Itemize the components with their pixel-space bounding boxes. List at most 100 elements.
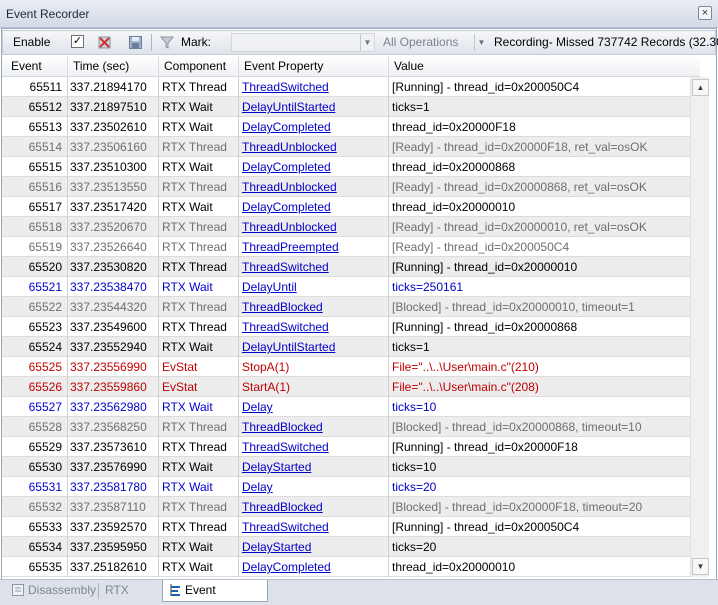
event-property-link[interactable]: DelayCompleted [242,560,331,574]
time-cell: 337.23595950 [68,537,159,557]
event-cell: 65532 [2,497,68,517]
event-property-link[interactable]: StopA(1) [242,360,289,374]
event-property-link[interactable]: ThreadPreempted [242,240,339,254]
table-row[interactable]: 65535 337.25182610 RTX Wait DelayCompleted t… [2,557,690,577]
value-cell: thread_id=0x20000010 [392,200,516,214]
event-property-link[interactable]: DelayUntilStarted [242,340,335,354]
table-row[interactable]: 65534 337.23595950 RTX Wait DelayStarted tic… [2,537,690,557]
tab-rtx-rtos[interactable]: RTX RTOS [100,580,162,605]
table-row[interactable]: 65511 337.21894170 RTX Thread ThreadSwitche… [2,77,690,97]
table-row[interactable]: 65531 337.23581780 RTX Wait Delay ticks=20 [2,477,690,497]
table-row[interactable]: 65533 337.23592570 RTX Thread ThreadSwitche… [2,517,690,537]
event-property-link[interactable]: ThreadSwitched [242,320,329,334]
scroll-up-icon[interactable]: ▲ [692,79,709,96]
time-cell: 337.23510300 [68,157,159,177]
event-property-link[interactable]: ThreadBlocked [242,420,323,434]
event-property-link[interactable]: ThreadSwitched [242,80,329,94]
table-row[interactable]: 65526 337.23559860 EvStat StartA(1) File="..… [2,377,690,397]
component-cell: RTX Thread [159,517,239,537]
event-cell: 65526 [2,377,68,397]
component-cell: RTX Wait [159,157,239,177]
event-cell: 65529 [2,437,68,457]
filter-icon[interactable] [159,35,175,50]
scroll-down-icon[interactable]: ▼ [692,558,709,575]
event-property-link[interactable]: DelayUntil [242,280,297,294]
event-property-link[interactable]: DelayCompleted [242,160,331,174]
column-header-event[interactable]: Event [2,56,68,77]
value-cell: [Blocked] - thread_id=0x20000010, timeou… [392,300,635,314]
column-header-component[interactable]: Component [159,56,239,77]
event-property-cell: ThreadPreempted [239,237,389,257]
table-row[interactable]: 65516 337.23513550 RTX Thread ThreadUnblock… [2,177,690,197]
vertical-scrollbar[interactable]: ▲ ▼ [690,77,709,577]
event-property-link[interactable]: ThreadSwitched [242,260,329,274]
operations-select[interactable]: All Operations [379,33,489,52]
event-property-link[interactable]: Delay [242,480,273,494]
table-row[interactable]: 65513 337.23502610 RTX Wait DelayCompleted t… [2,117,690,137]
event-property-link[interactable]: DelayCompleted [242,200,331,214]
table-row[interactable]: 65518 337.23520670 RTX Thread ThreadUnblock… [2,217,690,237]
event-property-link[interactable]: ThreadSwitched [242,520,329,534]
value-cell: [Blocked] - thread_id=0x20000F18, timeou… [392,500,643,514]
event-table-body: 65511 337.21894170 RTX Thread ThreadSwitche… [2,77,690,577]
event-property-link[interactable]: ThreadUnblocked [242,180,337,194]
table-row[interactable]: 65519 337.23526640 RTX Thread ThreadPreempt… [2,237,690,257]
tab-disassembly[interactable]: Disassembly [6,580,98,602]
table-row[interactable]: 65530 337.23576990 RTX Wait DelayStarted tic… [2,457,690,477]
table-row[interactable]: 65532 337.23587110 RTX Thread ThreadBlocked… [2,497,690,517]
event-cell: 65535 [2,557,68,577]
table-row[interactable]: 65515 337.23510300 RTX Wait DelayCompleted t… [2,157,690,177]
component-cell: RTX Thread [159,237,239,257]
component-cell: RTX Wait [159,537,239,557]
event-property-link[interactable]: ThreadBlocked [242,300,323,314]
table-row[interactable]: 65523 337.23549600 RTX Thread ThreadSwitche… [2,317,690,337]
event-cell: 65513 [2,117,68,137]
clear-icon[interactable] [97,35,113,50]
mark-input[interactable] [231,33,375,52]
time-cell: 337.25182610 [68,557,159,577]
save-icon[interactable] [128,35,144,50]
table-row[interactable]: 65522 337.23544320 RTX Thread ThreadBlocked… [2,297,690,317]
event-recorder-icon [168,583,182,597]
value-cell: ticks=20 [392,480,437,494]
chevron-down-icon[interactable]: ▼ [474,34,488,51]
event-property-link[interactable]: DelayUntilStarted [242,100,335,114]
time-cell: 337.23562980 [68,397,159,417]
value-cell: ticks=20 [392,540,437,554]
component-cell: RTX Thread [159,437,239,457]
event-property-link[interactable]: DelayStarted [242,460,311,474]
value-cell: [Running] - thread_id=0x20000868 [392,320,578,334]
table-header: Event Time (sec) Component Event Propert… [2,56,700,77]
event-cell: 65517 [2,197,68,217]
value-cell: [Ready] - thread_id=0x20000F18, ret_val=… [392,140,648,154]
table-row[interactable]: 65520 337.23530820 RTX Thread ThreadSwitche… [2,257,690,277]
event-property-link[interactable]: ThreadUnblocked [242,140,337,154]
enable-checkbox[interactable]: ✓ [71,35,84,48]
component-cell: RTX Wait [159,397,239,417]
event-property-link[interactable]: DelayCompleted [242,120,331,134]
event-property-link[interactable]: ThreadBlocked [242,500,323,514]
chevron-down-icon[interactable]: ▼ [360,34,374,51]
value-cell: [Running] - thread_id=0x200050C4 [392,520,580,534]
event-property-link[interactable]: ThreadSwitched [242,440,329,454]
table-row[interactable]: 65527 337.23562980 RTX Wait Delay ticks=10 [2,397,690,417]
event-property-cell: ThreadUnblocked [239,137,389,157]
close-icon[interactable]: × [698,6,712,20]
table-row[interactable]: 65524 337.23552940 RTX Wait DelayUntilStart… [2,337,690,357]
table-row[interactable]: 65517 337.23517420 RTX Wait DelayCompleted t… [2,197,690,217]
event-property-link[interactable]: Delay [242,400,273,414]
event-property-link[interactable]: DelayStarted [242,540,311,554]
tab-event-recorder[interactable]: Event Recorder [162,580,268,605]
table-row[interactable]: 65514 337.23506160 RTX Thread ThreadUnblock… [2,137,690,157]
column-header-value[interactable]: Value [389,56,700,77]
table-row[interactable]: 65528 337.23568250 RTX Thread ThreadBlocked… [2,417,690,437]
event-cell: 65515 [2,157,68,177]
table-row[interactable]: 65512 337.21897510 RTX Wait DelayUntilStart… [2,97,690,117]
column-header-event-property[interactable]: Event Property [239,56,389,77]
column-header-time[interactable]: Time (sec) [68,56,159,77]
event-property-link[interactable]: StartA(1) [242,380,290,394]
event-property-link[interactable]: ThreadUnblocked [242,220,337,234]
table-row[interactable]: 65521 337.23538470 RTX Wait DelayUntil ticks… [2,277,690,297]
table-row[interactable]: 65529 337.23573610 RTX Thread ThreadSwitche… [2,437,690,457]
table-row[interactable]: 65525 337.23556990 EvStat StopA(1) File="..\… [2,357,690,377]
